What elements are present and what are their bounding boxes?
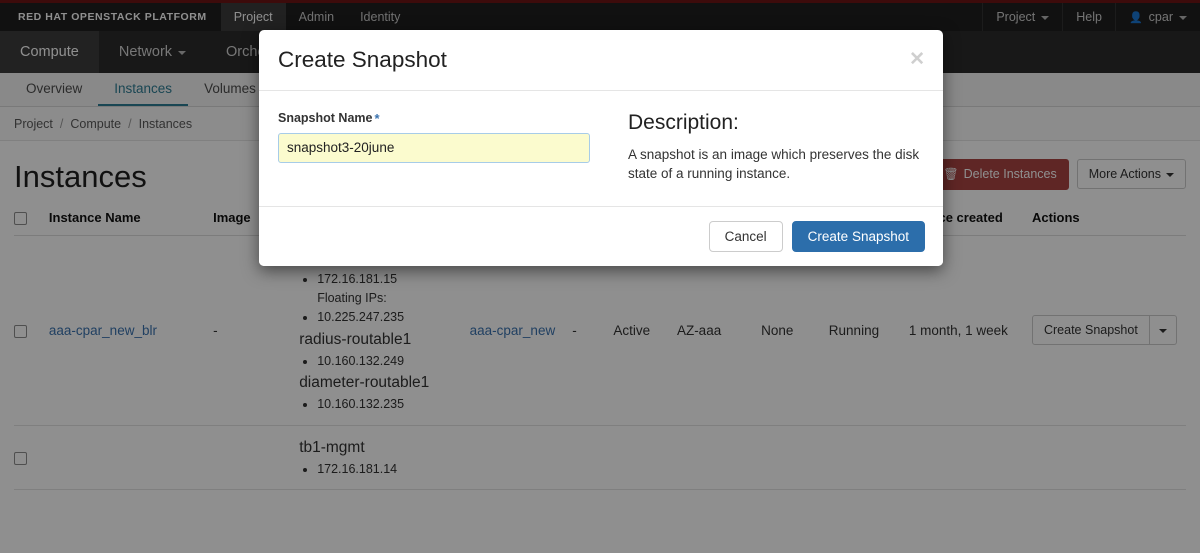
- snapshot-name-label-text: Snapshot Name: [278, 111, 372, 125]
- description-text: A snapshot is an image which preserves t…: [628, 145, 925, 184]
- required-marker: *: [374, 111, 379, 126]
- create-snapshot-button[interactable]: Create Snapshot: [792, 221, 925, 252]
- dialog-description-column: Description: A snapshot is an image whic…: [608, 111, 925, 184]
- dialog-footer: Cancel Create Snapshot: [259, 206, 943, 266]
- description-title: Description:: [628, 111, 925, 135]
- snapshot-name-input[interactable]: [278, 133, 590, 163]
- dialog-form-column: Snapshot Name*: [278, 111, 608, 184]
- dialog-body: Snapshot Name* Description: A snapshot i…: [259, 91, 943, 206]
- snapshot-name-label: Snapshot Name*: [278, 111, 590, 126]
- cancel-button[interactable]: Cancel: [709, 221, 783, 252]
- close-icon[interactable]: ✕: [909, 50, 925, 69]
- dialog-header: Create Snapshot ✕: [259, 30, 943, 91]
- dialog-title: Create Snapshot: [278, 48, 447, 73]
- create-snapshot-dialog: Create Snapshot ✕ Snapshot Name* Descrip…: [259, 30, 943, 266]
